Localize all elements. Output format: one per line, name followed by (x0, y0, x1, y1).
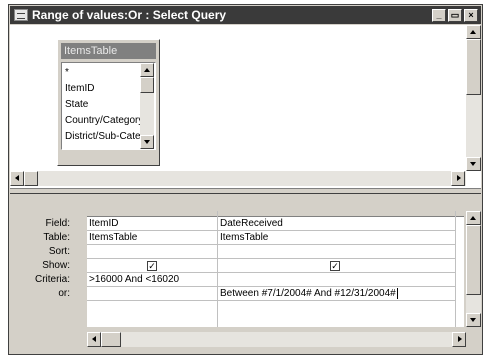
criteria-cell[interactable]: >16000 And <16020 (87, 273, 217, 287)
query-window: Range of values:Or : Select Query _ ▭ × … (8, 4, 483, 355)
maximize-button[interactable]: ▭ (448, 8, 462, 22)
sort-cell[interactable] (87, 245, 217, 259)
field-list-item[interactable]: * (65, 65, 140, 81)
upper-horizontal-scrollbar[interactable] (10, 171, 466, 186)
field-list-item[interactable]: District/Sub-Category (65, 129, 140, 145)
show-checkbox[interactable]: ✓ (330, 261, 340, 271)
grid-horizontal-scrollbar[interactable] (87, 332, 466, 347)
check-icon: ✓ (331, 261, 339, 271)
scroll-down-button[interactable] (466, 157, 481, 171)
scroll-up-button[interactable] (140, 63, 154, 77)
or-cell[interactable] (218, 301, 455, 315)
arrow-right-icon (457, 175, 461, 181)
scroll-thumb[interactable] (466, 225, 481, 295)
arrow-right-icon (458, 336, 462, 342)
arrow-up-icon (144, 68, 150, 72)
grid-column[interactable] (456, 211, 464, 327)
arrow-up-icon (470, 216, 476, 220)
grid-vertical-scrollbar[interactable] (466, 211, 481, 327)
scroll-right-button[interactable] (452, 332, 466, 347)
row-label-sort: Sort: (48, 246, 70, 257)
field-list-title[interactable]: ItemsTable (61, 43, 156, 59)
or-cell[interactable] (87, 301, 217, 315)
window-title: Range of values:Or : Select Query (32, 8, 227, 22)
scroll-thumb[interactable] (466, 39, 481, 95)
field-list-item[interactable]: Country/Category (65, 113, 140, 129)
title-bar[interactable]: Range of values:Or : Select Query _ ▭ × (10, 6, 481, 24)
field-cell[interactable]: ItemID (87, 217, 217, 231)
or-cell[interactable]: Between #7/1/2004# And #12/31/2004# (218, 287, 455, 301)
scroll-down-button[interactable] (140, 135, 154, 149)
arrow-down-icon (470, 318, 476, 322)
field-list[interactable]: * ItemID State Country/Category District… (61, 62, 156, 150)
table-cell[interactable]: ItemsTable (87, 231, 217, 245)
scroll-down-button[interactable] (466, 313, 481, 327)
check-icon: ✓ (148, 261, 156, 271)
row-label-or: or: (58, 288, 70, 299)
row-label-table: Table: (43, 232, 70, 243)
scroll-up-button[interactable] (466, 25, 481, 39)
grid-column[interactable]: ItemID ItemsTable ✓ >16000 And <16020 (87, 211, 217, 327)
arrow-left-icon (92, 336, 96, 342)
column-selector[interactable] (456, 211, 464, 217)
scroll-up-button[interactable] (466, 211, 481, 225)
minimize-button[interactable]: _ (432, 8, 446, 22)
show-cell[interactable]: ✓ (218, 259, 455, 273)
or-cell[interactable] (87, 287, 217, 301)
arrow-down-icon (470, 162, 476, 166)
sort-cell[interactable] (218, 245, 455, 259)
criteria-cell[interactable] (218, 273, 455, 287)
field-list-scrollbar[interactable] (140, 63, 154, 149)
scroll-left-button[interactable] (87, 332, 101, 347)
scroll-right-button[interactable] (451, 171, 465, 186)
table-pane[interactable]: ItemsTable * ItemID State Country/Catego… (10, 25, 481, 188)
scroll-thumb[interactable] (101, 332, 121, 347)
field-list-item[interactable]: State (65, 97, 140, 113)
query-icon (14, 9, 28, 21)
or-cell-text: Between #7/1/2004# And #12/31/2004# (220, 288, 396, 299)
design-grid[interactable]: ItemID ItemsTable ✓ >16000 And <16020 Da… (87, 211, 464, 327)
scroll-left-button[interactable] (10, 171, 24, 186)
row-label-criteria: Criteria: (34, 274, 70, 285)
table-cell[interactable]: ItemsTable (218, 231, 455, 245)
arrow-left-icon (15, 175, 19, 181)
row-label-field: Field: (45, 218, 70, 229)
show-checkbox[interactable]: ✓ (147, 261, 157, 271)
show-cell[interactable]: ✓ (87, 259, 217, 273)
scroll-thumb[interactable] (24, 171, 38, 186)
field-list-item[interactable]: ItemID (65, 81, 140, 97)
close-button[interactable]: × (464, 8, 478, 22)
text-cursor (396, 287, 398, 299)
design-grid-pane: Field: Table: Sort: Show: Criteria: or: … (10, 194, 481, 354)
upper-vertical-scrollbar[interactable] (466, 25, 481, 171)
field-cell[interactable]: DateReceived (218, 217, 455, 231)
arrow-up-icon (470, 30, 476, 34)
scroll-thumb[interactable] (140, 77, 154, 93)
field-list-window[interactable]: ItemsTable * ItemID State Country/Catego… (57, 39, 160, 166)
arrow-down-icon (144, 140, 150, 144)
row-label-show: Show: (42, 260, 70, 271)
grid-column[interactable]: DateReceived ItemsTable ✓ Between #7/1/2… (218, 211, 455, 327)
